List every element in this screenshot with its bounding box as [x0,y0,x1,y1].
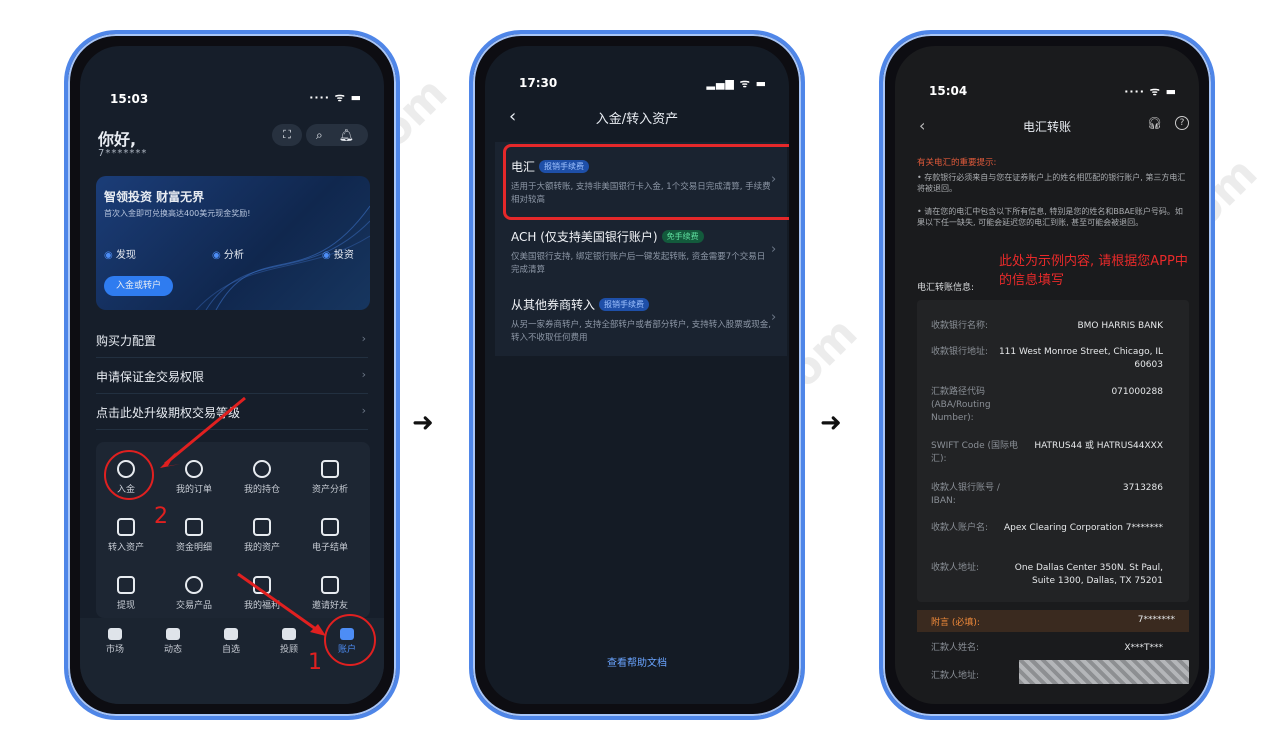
status-icons: ▂▄▆ ᯤ ▬ [706,77,767,90]
screen: 15:03 ···· ᯤ ▬ 你好, 7******* ⛶ ⌕ 🔔︎ 智领投资 … [80,46,384,704]
phone-deposit-methods-screen: 17:30 ▂▄▆ ᯤ ▬ ‹ 入金/转入资产 电汇 报销手续费 适用于大额转账,… [469,30,805,720]
status-icons: ···· ᯤ ▬ [1124,85,1177,98]
help-icon[interactable]: ? [1175,116,1189,130]
chevron-right-icon: › [771,310,777,325]
screen: 15:04 ···· ᯤ ▬ ‹ 电汇转账 🎧︎ ? 有关电汇的重要提示: • … [895,46,1199,704]
phone-account-screen: 15:03 ···· ᯤ ▬ 你好, 7******* ⛶ ⌕ 🔔︎ 智领投资 … [64,30,400,720]
status-time: 15:04 [929,84,968,98]
annotation-step-1: 1 [308,650,322,675]
memo-label: 附言 (必填): [931,618,980,628]
section-label: 电汇转账信息: [917,283,975,293]
status-bar: 15:04 ···· ᯤ ▬ [895,46,1199,98]
screen: 17:30 ▂▄▆ ᯤ ▬ ‹ 入金/转入资产 电汇 报销手续费 适用于大额转账,… [485,46,789,704]
page-title: 入金/转入资产 [595,112,679,127]
memo-row: 附言 (必填): 7******* [917,610,1189,632]
method-ach[interactable]: ACH (仅支持美国银行账户) 免手续费 仅美国银行支持, 绑定银行账户后一键发起… [511,228,771,277]
status-time: 17:30 [519,76,558,90]
highlight-box-wire [503,144,789,220]
arrow-right-icon: ➜ [820,408,842,438]
help-docs-link[interactable]: 查看帮助文档 [485,654,789,669]
headset-icon[interactable]: 🎧︎ [1147,116,1162,130]
memo-value: 7******* [1137,615,1175,625]
arrow-annotations [160,396,326,636]
method-broker-transfer[interactable]: 从其他券商转入 报销手续费 从另一家券商转户, 支持全部转户或者部分转户, 支持转… [511,296,771,345]
phone-wire-transfer-screen: 15:04 ···· ᯤ ▬ ‹ 电汇转账 🎧︎ ? 有关电汇的重要提示: • … [879,30,1215,720]
notice-2: • 请在您的电汇中包含以下所有信息, 特别是您的姓名和BBAE账户号码。如果以下… [917,207,1183,227]
notice-title: 有关电汇的重要提示: [917,158,997,168]
notice-1: • 存款银行必须来自与您在证券账户上的姓名相匹配的银行账户, 第三方电汇将被退回… [917,173,1186,193]
example-note: 此处为示例内容, 请根据您APP中的信息填写 [999,254,1188,288]
redacted-address [1019,660,1189,684]
arrow-right-icon: ➜ [412,408,434,438]
chevron-right-icon: › [771,242,777,257]
annotation-step-2: 2 [154,504,168,529]
status-bar: 17:30 ▂▄▆ ᯤ ▬ [485,46,789,90]
